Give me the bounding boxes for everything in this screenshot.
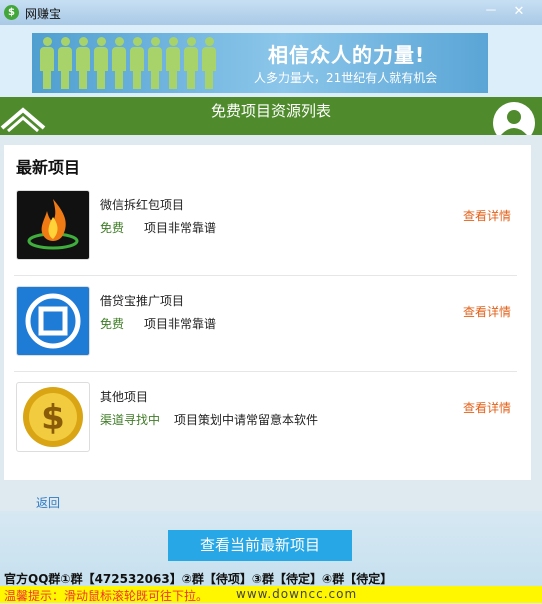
item-desc: 项目策划中请常留意本软件 (174, 413, 319, 427)
jiedaibao-logo-icon (16, 286, 90, 356)
tip-text: 温馨提示：滑动鼠标滚轮既可往下拉。 (4, 589, 209, 603)
header-title: 免费项目资源列表 (210, 102, 331, 120)
watermark-text: www.downcc.com (236, 587, 358, 601)
section-title: 最新项目 (16, 158, 81, 177)
app-logo-icon: $ (4, 5, 19, 20)
item-desc: 项目非常靠谱 (144, 221, 217, 235)
view-latest-button[interactable]: 查看当前最新项目 (168, 530, 352, 561)
view-details-link[interactable]: 查看详情 (463, 399, 511, 416)
list-item: 微信拆红包项目 免费 项目非常靠谱 查看详情 (14, 179, 517, 276)
item-name: 微信拆红包项目 (100, 198, 185, 212)
dollar-coin-icon: $ (16, 382, 90, 452)
banner-slogan: 相信众人的力量! (268, 43, 426, 67)
minimize-button[interactable]: － (479, 3, 503, 20)
user-avatar-icon[interactable] (492, 101, 536, 135)
svg-text:$: $ (41, 398, 65, 438)
item-tag: 渠道寻找中 (100, 413, 161, 427)
view-details-link[interactable]: 查看详情 (463, 207, 511, 224)
item-name: 其他项目 (100, 390, 149, 404)
banner: 相信众人的力量! 人多力量大，21世纪有人就有机会 (0, 25, 542, 97)
back-link[interactable]: 返回 (36, 494, 60, 511)
item-name: 借贷宝推广项目 (100, 294, 185, 308)
list-item: $ 其他项目 渠道寻找中 项目策划中请常留意本软件 查看详情 (14, 371, 517, 467)
qq-groups-text: 官方QQ群①群【472532063】②群【待项】③群【待定】④群【待定】 (4, 572, 393, 586)
item-tag: 免费 (100, 221, 125, 235)
list-item: 借贷宝推广项目 免费 项目非常靠谱 查看详情 (14, 275, 517, 372)
people-illustration-icon (40, 37, 216, 89)
tip-bar: 温馨提示：滑动鼠标滚轮既可往下拉。 www.downcc.com (0, 586, 542, 603)
item-desc: 项目非常靠谱 (144, 317, 217, 331)
banner-subslogan: 人多力量大，21世纪有人就有机会 (254, 71, 438, 85)
flame-icon (16, 190, 90, 260)
window-title: 网赚宝 (25, 7, 62, 21)
item-tag: 免费 (100, 317, 125, 331)
banner-image: 相信众人的力量! 人多力量大，21世纪有人就有机会 (32, 33, 488, 93)
title-bar: $ 网赚宝 － ✕ (0, 0, 542, 26)
view-details-link[interactable]: 查看详情 (463, 303, 511, 320)
close-button[interactable]: ✕ (507, 3, 531, 20)
project-list-panel: 最新项目 微信拆红包项目 免费 项目非常靠谱 查看详情 借贷宝推广项目 免费 项… (4, 145, 531, 480)
